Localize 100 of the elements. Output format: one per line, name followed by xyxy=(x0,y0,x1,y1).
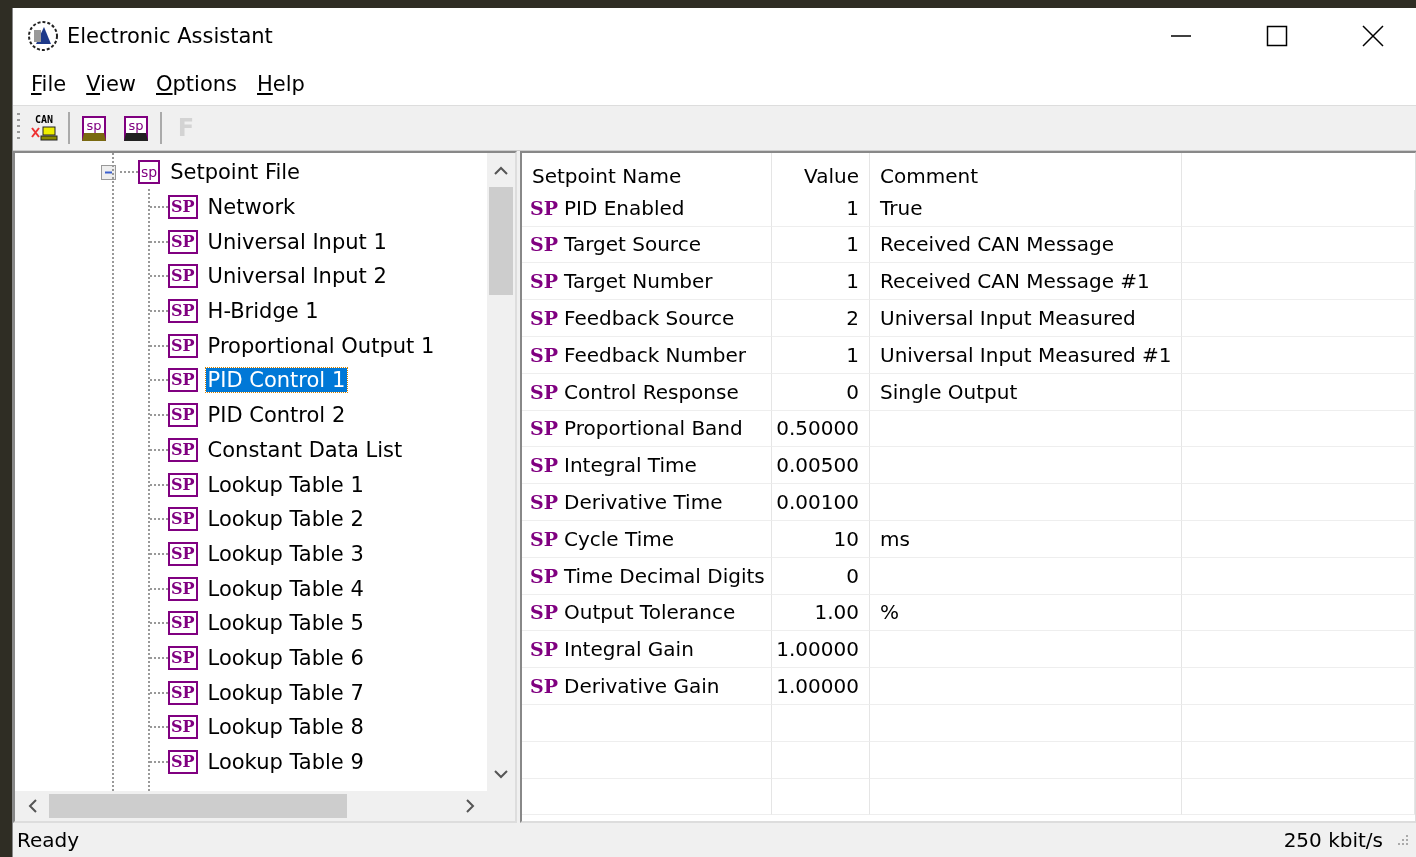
tree-item[interactable]: H-Bridge 1 xyxy=(205,299,321,324)
setpoint-name: PID Enabled xyxy=(564,195,685,220)
window-title: Electronic Assistant xyxy=(67,23,274,48)
table-cell: Received CAN Message xyxy=(870,226,1182,264)
setpoint-icon: SP xyxy=(168,645,198,670)
table-cell: Single Output xyxy=(870,373,1182,411)
setpoint-name: Proportional Band xyxy=(564,416,743,441)
tree-item[interactable]: Setpoint File xyxy=(168,160,303,185)
sp-label: SP xyxy=(530,196,558,219)
sp-label: SP xyxy=(530,527,558,550)
setpoint-name: Integral Time xyxy=(564,453,697,478)
table-cell: Universal Input Measured xyxy=(870,300,1182,337)
setpoint-icon: SP xyxy=(168,333,198,358)
table-cell: 0.00500 xyxy=(772,447,870,485)
maximize-icon xyxy=(1266,24,1288,47)
menu-item[interactable]: View xyxy=(78,72,144,96)
setpoint-icon: SP xyxy=(168,541,198,566)
menu-item[interactable]: Help xyxy=(249,72,313,96)
setpoint-name: Feedback Source xyxy=(564,306,735,331)
setpoint-icon: SP xyxy=(168,368,198,393)
setpoint-icon: SP xyxy=(168,403,198,428)
table-cell: 1.00 xyxy=(772,594,870,632)
setpoint-icon: SP xyxy=(168,195,198,220)
open-file-button[interactable]: sp xyxy=(76,109,112,147)
tree-item[interactable]: Lookup Table 7 xyxy=(205,680,366,705)
setpoint-icon: SP xyxy=(168,299,198,324)
setpoint-icon: SP xyxy=(168,680,198,705)
menu-item[interactable]: Options xyxy=(148,72,246,96)
table-cell: Received CAN Message #1 xyxy=(870,263,1182,301)
setpoint-name: Feedback Number xyxy=(564,342,746,367)
setpoint-name: Time Decimal Digits xyxy=(564,563,765,588)
collapse-toggle[interactable] xyxy=(101,164,116,180)
tree-item[interactable]: PID Control 1 xyxy=(205,368,348,393)
save-file-button[interactable]: sp xyxy=(118,109,154,147)
sp-label: SP xyxy=(530,491,558,514)
tree-item[interactable]: Network xyxy=(205,195,298,220)
column-header[interactable]: Comment xyxy=(870,153,1182,198)
table-cell: Universal Input Measured #1 xyxy=(870,337,1182,374)
table-cell: 1 xyxy=(772,263,870,301)
tree-item[interactable]: Proportional Output 1 xyxy=(205,333,437,358)
sp-label: SP xyxy=(530,417,558,440)
table-cell: 0.50000 xyxy=(772,410,870,448)
tree-item[interactable]: Lookup Table 2 xyxy=(205,507,366,532)
table-cell: 1 xyxy=(772,226,870,264)
tree-item[interactable]: Constant Data List xyxy=(205,437,405,462)
table-cell: 0.00100 xyxy=(772,484,870,521)
sp-label: SP xyxy=(530,307,558,330)
bitrate-text: 250 kbit/s xyxy=(1283,828,1383,852)
sp-label: SP xyxy=(530,675,558,698)
table-cell: 1 xyxy=(772,189,870,227)
table-cell: 1.00000 xyxy=(772,668,870,705)
tree-item[interactable]: Universal Input 2 xyxy=(205,264,389,289)
setpoint-icon: SP xyxy=(168,437,198,462)
table-cell: % xyxy=(870,594,1182,632)
tree-item[interactable]: Lookup Table 1 xyxy=(205,472,366,497)
tree-item[interactable]: Universal Input 1 xyxy=(205,229,389,254)
setpoint-icon: SP xyxy=(168,715,198,740)
network-icon xyxy=(29,125,59,141)
tree-item[interactable]: PID Control 2 xyxy=(205,403,348,428)
sp-label: SP xyxy=(530,601,558,624)
setpoint-name: Cycle Time xyxy=(564,526,674,551)
setpoint-name: Derivative Gain xyxy=(564,674,720,699)
tree-item[interactable]: Lookup Table 8 xyxy=(205,715,366,740)
setpoint-name: Control Response xyxy=(564,379,739,404)
sp-label: SP xyxy=(530,233,558,256)
tree-item[interactable]: Lookup Table 6 xyxy=(205,645,366,670)
scrollbar-thumb[interactable] xyxy=(489,187,513,295)
tree-item[interactable]: Lookup Table 4 xyxy=(205,576,366,601)
sp-label: SP xyxy=(530,638,558,661)
app-logo-icon xyxy=(27,19,59,52)
setpoint-name: Target Source xyxy=(564,232,701,257)
minimize-icon xyxy=(1170,34,1192,37)
close-icon xyxy=(1362,24,1384,47)
scrollbar-thumb[interactable] xyxy=(49,794,347,818)
setpoint-icon: SP xyxy=(168,472,198,497)
table-cell: 1.00000 xyxy=(772,631,870,669)
column-header[interactable]: Setpoint Name xyxy=(522,153,772,198)
tree-item[interactable]: Lookup Table 5 xyxy=(205,611,366,636)
column-header[interactable]: Value xyxy=(772,153,870,198)
table-cell: True xyxy=(870,189,1182,227)
table-cell: 10 xyxy=(772,520,870,558)
setpoint-name: Derivative Time xyxy=(564,490,723,515)
table-cell: ms xyxy=(870,520,1182,558)
can-connect-button[interactable]: CAN xyxy=(26,109,62,147)
sp-label: SP xyxy=(530,564,558,587)
setpoint-name: Output Tolerance xyxy=(564,600,736,625)
tree-item[interactable]: Lookup Table 3 xyxy=(205,541,366,566)
table-cell: 0 xyxy=(772,557,870,595)
tree-item[interactable]: Lookup Table 9 xyxy=(205,750,366,775)
setpoint-name: Target Number xyxy=(564,269,713,294)
setpoint-icon: SP xyxy=(168,229,198,254)
setpoint-name: Integral Gain xyxy=(564,637,694,662)
table-cell: 0 xyxy=(772,373,870,411)
setpoint-icon: sp xyxy=(138,160,161,185)
menu-item[interactable]: File xyxy=(23,72,75,96)
setpoint-icon: SP xyxy=(168,611,198,636)
resize-grip-icon xyxy=(1397,834,1409,846)
setpoint-icon: SP xyxy=(168,750,198,775)
setpoint-icon: SP xyxy=(168,264,198,289)
sp-label: SP xyxy=(530,454,558,477)
